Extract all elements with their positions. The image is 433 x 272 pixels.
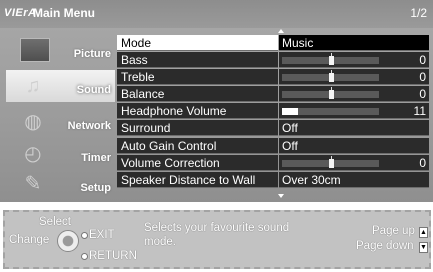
- page-up-icon: ▲: [419, 227, 428, 238]
- settings-list: Mode Music Bass 0 Treble 0 Balance 0 Headphone V…: [117, 35, 429, 189]
- menu-title: Main Menu: [33, 6, 95, 20]
- page-down-label: Page down: [356, 240, 414, 252]
- page-indicator: 1/2: [410, 6, 427, 20]
- setting-row[interactable]: Auto Gain Control Off: [117, 137, 429, 155]
- tv-menu-screen: VIErA Main Menu 1/2 Picture ♫ Sound ◍ Ne…: [0, 0, 433, 202]
- slider-fill: [282, 108, 299, 116]
- page-down-icon: ▼: [419, 242, 428, 253]
- setting-row[interactable]: Speaker Distance to Wall Over 30cm: [117, 171, 429, 189]
- setting-row[interactable]: Bass 0: [117, 52, 429, 69]
- scroll-down-arrow-icon[interactable]: [278, 194, 284, 198]
- return-label: RETURN: [89, 250, 137, 262]
- setting-name: Headphone Volume: [117, 103, 278, 120]
- setting-slider[interactable]: [282, 70, 379, 83]
- slider-value: 0: [419, 70, 426, 85]
- title-bar: VIErA Main Menu 1/2: [0, 0, 433, 28]
- setting-row[interactable]: Mode Music: [117, 35, 429, 52]
- help-text-line2: mode.: [144, 236, 176, 248]
- sidebar-item-network[interactable]: ◍ Network: [6, 106, 115, 138]
- brand-logo: VIErA: [4, 7, 37, 19]
- page-up-label: Page up: [372, 225, 415, 237]
- setting-slider[interactable]: [282, 155, 379, 168]
- sidebar-item-setup[interactable]: ✎ Setup: [6, 168, 115, 200]
- wrench-icon: ✎: [24, 173, 42, 195]
- globe-icon: ◍: [24, 111, 42, 133]
- setting-value[interactable]: Off: [279, 120, 429, 137]
- exit-dot-icon: [81, 232, 88, 239]
- setting-name: Volume Correction: [117, 154, 278, 171]
- slider-value: 0: [419, 155, 426, 170]
- joystick-icon: [57, 230, 79, 252]
- sidebar-item-label: Timer: [81, 152, 111, 164]
- setting-name: Balance: [117, 86, 278, 103]
- setting-name: Speaker Distance to Wall: [117, 171, 278, 188]
- select-label: Select: [39, 216, 71, 228]
- setting-value[interactable]: 0: [279, 69, 429, 86]
- picture-icon: [20, 38, 50, 62]
- slider-value: 0: [419, 53, 426, 68]
- setting-name: Bass: [117, 52, 278, 69]
- sidebar-item-timer[interactable]: ◴ Timer: [6, 138, 115, 170]
- setting-slider[interactable]: [282, 108, 379, 116]
- setting-name: Surround: [117, 120, 278, 137]
- clock-icon: ◴: [24, 143, 42, 165]
- setting-row[interactable]: Treble 0: [117, 69, 429, 86]
- slider-handle[interactable]: [328, 90, 334, 100]
- setting-row[interactable]: Headphone Volume 11: [117, 103, 429, 120]
- setting-name: Auto Gain Control: [117, 137, 278, 154]
- sidebar-item-label: Network: [67, 120, 111, 132]
- change-label: Change: [9, 234, 50, 246]
- setting-value[interactable]: 11: [279, 103, 429, 120]
- sidebar-item-label: Sound: [76, 84, 111, 96]
- sidebar-item-label: Setup: [80, 182, 111, 194]
- help-footer: Select Change EXIT RETURN Selects your f…: [3, 210, 431, 269]
- setting-row[interactable]: Surround Off: [117, 120, 429, 137]
- slider-handle[interactable]: [328, 56, 334, 66]
- speaker-icon: ♫: [25, 75, 41, 97]
- slider-value: 0: [419, 87, 426, 102]
- slider-value: 11: [413, 104, 426, 119]
- setting-value[interactable]: Off: [279, 137, 429, 154]
- setting-value[interactable]: 0: [279, 154, 429, 171]
- setting-slider[interactable]: [282, 87, 379, 100]
- slider-handle[interactable]: [328, 158, 334, 168]
- setting-value[interactable]: 0: [279, 86, 429, 103]
- setting-value[interactable]: Music: [279, 35, 429, 51]
- slider-handle[interactable]: [328, 73, 334, 83]
- scroll-up-arrow-icon[interactable]: [278, 29, 284, 33]
- setting-row[interactable]: Volume Correction 0: [117, 154, 429, 172]
- setting-value[interactable]: Over 30cm: [279, 171, 429, 188]
- help-text-line1: Selects your favourite sound: [144, 222, 290, 234]
- return-dot-icon: [81, 253, 88, 260]
- setting-name: Treble: [117, 69, 278, 86]
- setting-value[interactable]: 0: [279, 52, 429, 69]
- setting-row[interactable]: Balance 0: [117, 86, 429, 103]
- sidebar-item-sound[interactable]: ♫ Sound: [6, 70, 115, 102]
- exit-label: EXIT: [89, 229, 115, 241]
- sidebar-item-picture[interactable]: Picture: [6, 34, 115, 66]
- sidebar-item-label: Picture: [73, 48, 111, 60]
- setting-slider[interactable]: [282, 53, 379, 66]
- setting-name: Mode: [117, 35, 278, 51]
- sidebar: Picture ♫ Sound ◍ Network ◴ Timer ✎ Setu…: [0, 34, 115, 200]
